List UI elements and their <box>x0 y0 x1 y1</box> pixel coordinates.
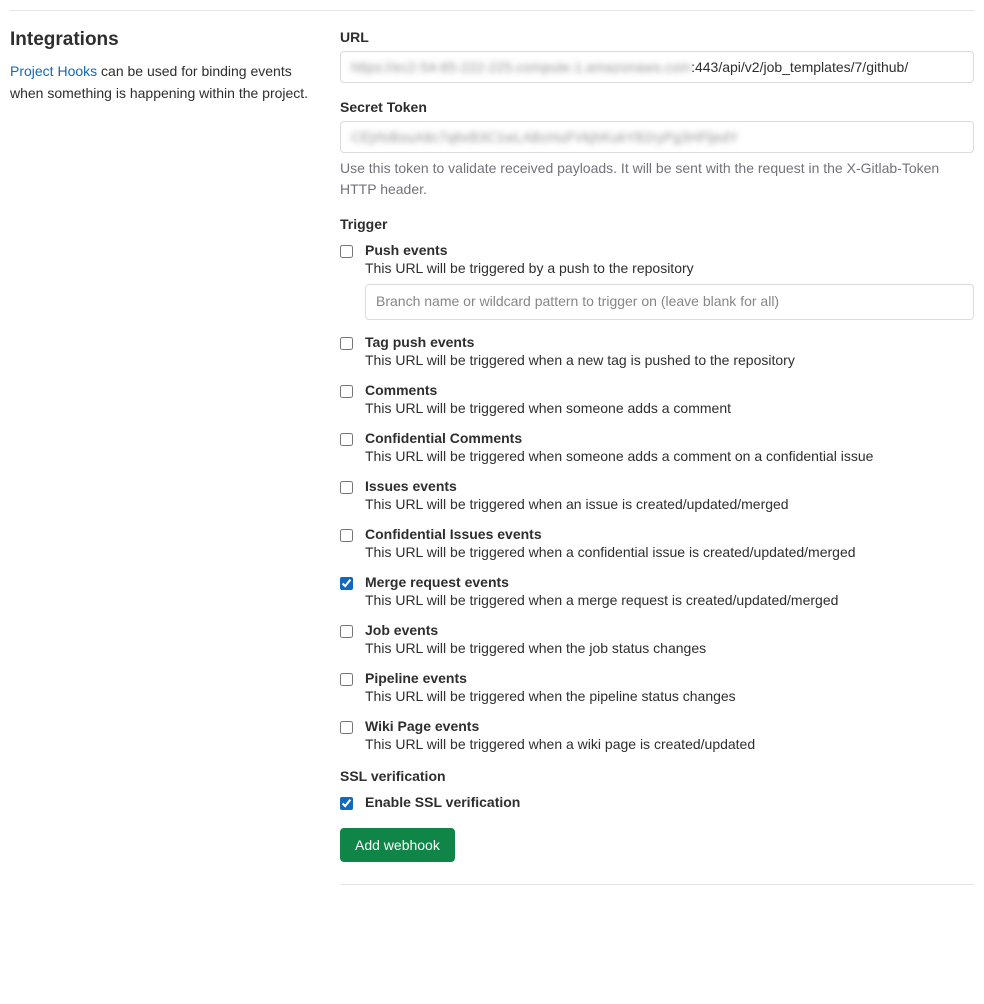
trigger-branch-input[interactable] <box>365 284 974 320</box>
ssl-check-body: Enable SSL verification <box>365 794 974 812</box>
trigger-body-merge_request: Merge request events This URL will be tri… <box>365 574 974 608</box>
trigger-item-push: Push events This URL will be triggered by… <box>340 242 974 320</box>
trigger-checkbox-tag_push[interactable] <box>340 337 353 350</box>
trigger-body-issues: Issues events This URL will be triggered … <box>365 478 974 512</box>
trigger-item-job: Job events This URL will be triggered whe… <box>340 622 974 656</box>
ssl-title: Enable SSL verification <box>365 794 974 810</box>
trigger-item-confidential_comments: Confidential Comments This URL will be tr… <box>340 430 974 464</box>
trigger-title-push: Push events <box>365 242 974 258</box>
project-hooks-link[interactable]: Project Hooks <box>10 63 97 79</box>
trigger-checkbox-pipeline[interactable] <box>340 673 353 686</box>
trigger-desc-comments: This URL will be triggered when someone … <box>365 400 974 416</box>
trigger-item-issues: Issues events This URL will be triggered … <box>340 478 974 512</box>
trigger-title-confidential_comments: Confidential Comments <box>365 430 974 446</box>
sidebar-title: Integrations <box>10 29 310 51</box>
trigger-body-push: Push events This URL will be triggered by… <box>365 242 974 320</box>
trigger-desc-issues: This URL will be triggered when an issue… <box>365 496 974 512</box>
triggers-list: Push events This URL will be triggered by… <box>340 242 974 752</box>
trigger-desc-confidential_comments: This URL will be triggered when someone … <box>365 448 974 464</box>
trigger-desc-confidential_issues: This URL will be triggered when a confid… <box>365 544 974 560</box>
trigger-body-confidential_issues: Confidential Issues events This URL will … <box>365 526 974 560</box>
trigger-item-confidential_issues: Confidential Issues events This URL will … <box>340 526 974 560</box>
trigger-title-wiki: Wiki Page events <box>365 718 974 734</box>
trigger-checkbox-comments[interactable] <box>340 385 353 398</box>
ssl-check-item: Enable SSL verification <box>340 794 974 812</box>
trigger-checkbox-confidential_issues[interactable] <box>340 529 353 542</box>
url-input[interactable]: https://ec2-54-85-222-225.compute-1.amaz… <box>340 51 974 83</box>
add-webhook-button[interactable]: Add webhook <box>340 828 455 862</box>
trigger-title-confidential_issues: Confidential Issues events <box>365 526 974 542</box>
trigger-checkbox-confidential_comments[interactable] <box>340 433 353 446</box>
secret-token-label: Secret Token <box>340 99 974 115</box>
ssl-checkbox[interactable] <box>340 797 353 810</box>
secret-token-help: Use this token to validate received payl… <box>340 158 974 200</box>
secret-token-masked: CEjrfoBouA8c7q6xB3C1wLABcHuFVkjhKukYB2ry… <box>351 129 739 145</box>
trigger-item-pipeline: Pipeline events This URL will be triggere… <box>340 670 974 704</box>
ssl-section-label: SSL verification <box>340 768 974 784</box>
trigger-title-comments: Comments <box>365 382 974 398</box>
top-divider <box>10 10 974 11</box>
trigger-body-comments: Comments This URL will be triggered when … <box>365 382 974 416</box>
trigger-title-issues: Issues events <box>365 478 974 494</box>
trigger-checkbox-job[interactable] <box>340 625 353 638</box>
trigger-checkbox-merge_request[interactable] <box>340 577 353 590</box>
url-label: URL <box>340 29 974 45</box>
trigger-item-tag_push: Tag push events This URL will be triggere… <box>340 334 974 368</box>
trigger-desc-push: This URL will be triggered by a push to … <box>365 260 974 276</box>
url-group: URL https://ec2-54-85-222-225.compute-1.… <box>340 29 974 83</box>
trigger-body-wiki: Wiki Page events This URL will be trigger… <box>365 718 974 752</box>
trigger-item-comments: Comments This URL will be triggered when … <box>340 382 974 416</box>
trigger-section-label: Trigger <box>340 216 974 232</box>
trigger-item-merge_request: Merge request events This URL will be tri… <box>340 574 974 608</box>
trigger-item-wiki: Wiki Page events This URL will be trigger… <box>340 718 974 752</box>
trigger-title-pipeline: Pipeline events <box>365 670 974 686</box>
trigger-body-job: Job events This URL will be triggered whe… <box>365 622 974 656</box>
trigger-checkbox-push[interactable] <box>340 245 353 258</box>
trigger-checkbox-issues[interactable] <box>340 481 353 494</box>
url-visible-part: :443/api/v2/job_templates/7/github/ <box>691 59 908 75</box>
webhook-form: URL https://ec2-54-85-222-225.compute-1.… <box>340 29 974 885</box>
trigger-body-confidential_comments: Confidential Comments This URL will be tr… <box>365 430 974 464</box>
trigger-desc-pipeline: This URL will be triggered when the pipe… <box>365 688 974 704</box>
url-masked-part: https://ec2-54-85-222-225.compute-1.amaz… <box>351 59 691 75</box>
sidebar: Integrations Project Hooks can be used f… <box>10 29 340 104</box>
trigger-desc-merge_request: This URL will be triggered when a merge … <box>365 592 974 608</box>
trigger-desc-job: This URL will be triggered when the job … <box>365 640 974 656</box>
trigger-checkbox-wiki[interactable] <box>340 721 353 734</box>
trigger-body-pipeline: Pipeline events This URL will be triggere… <box>365 670 974 704</box>
bottom-divider <box>340 884 974 885</box>
trigger-title-job: Job events <box>365 622 974 638</box>
ssl-section: SSL verification Enable SSL verification <box>340 768 974 812</box>
secret-token-group: Secret Token CEjrfoBouA8c7q6xB3C1wLABcHu… <box>340 99 974 200</box>
trigger-body-tag_push: Tag push events This URL will be triggere… <box>365 334 974 368</box>
trigger-section: Trigger Push events This URL will be trig… <box>340 216 974 752</box>
trigger-desc-wiki: This URL will be triggered when a wiki p… <box>365 736 974 752</box>
trigger-title-tag_push: Tag push events <box>365 334 974 350</box>
trigger-desc-tag_push: This URL will be triggered when a new ta… <box>365 352 974 368</box>
integrations-container: Integrations Project Hooks can be used f… <box>10 29 974 885</box>
secret-token-input[interactable]: CEjrfoBouA8c7q6xB3C1wLABcHuFVkjhKukYB2ry… <box>340 121 974 153</box>
trigger-title-merge_request: Merge request events <box>365 574 974 590</box>
sidebar-description: Project Hooks can be used for binding ev… <box>10 61 310 104</box>
